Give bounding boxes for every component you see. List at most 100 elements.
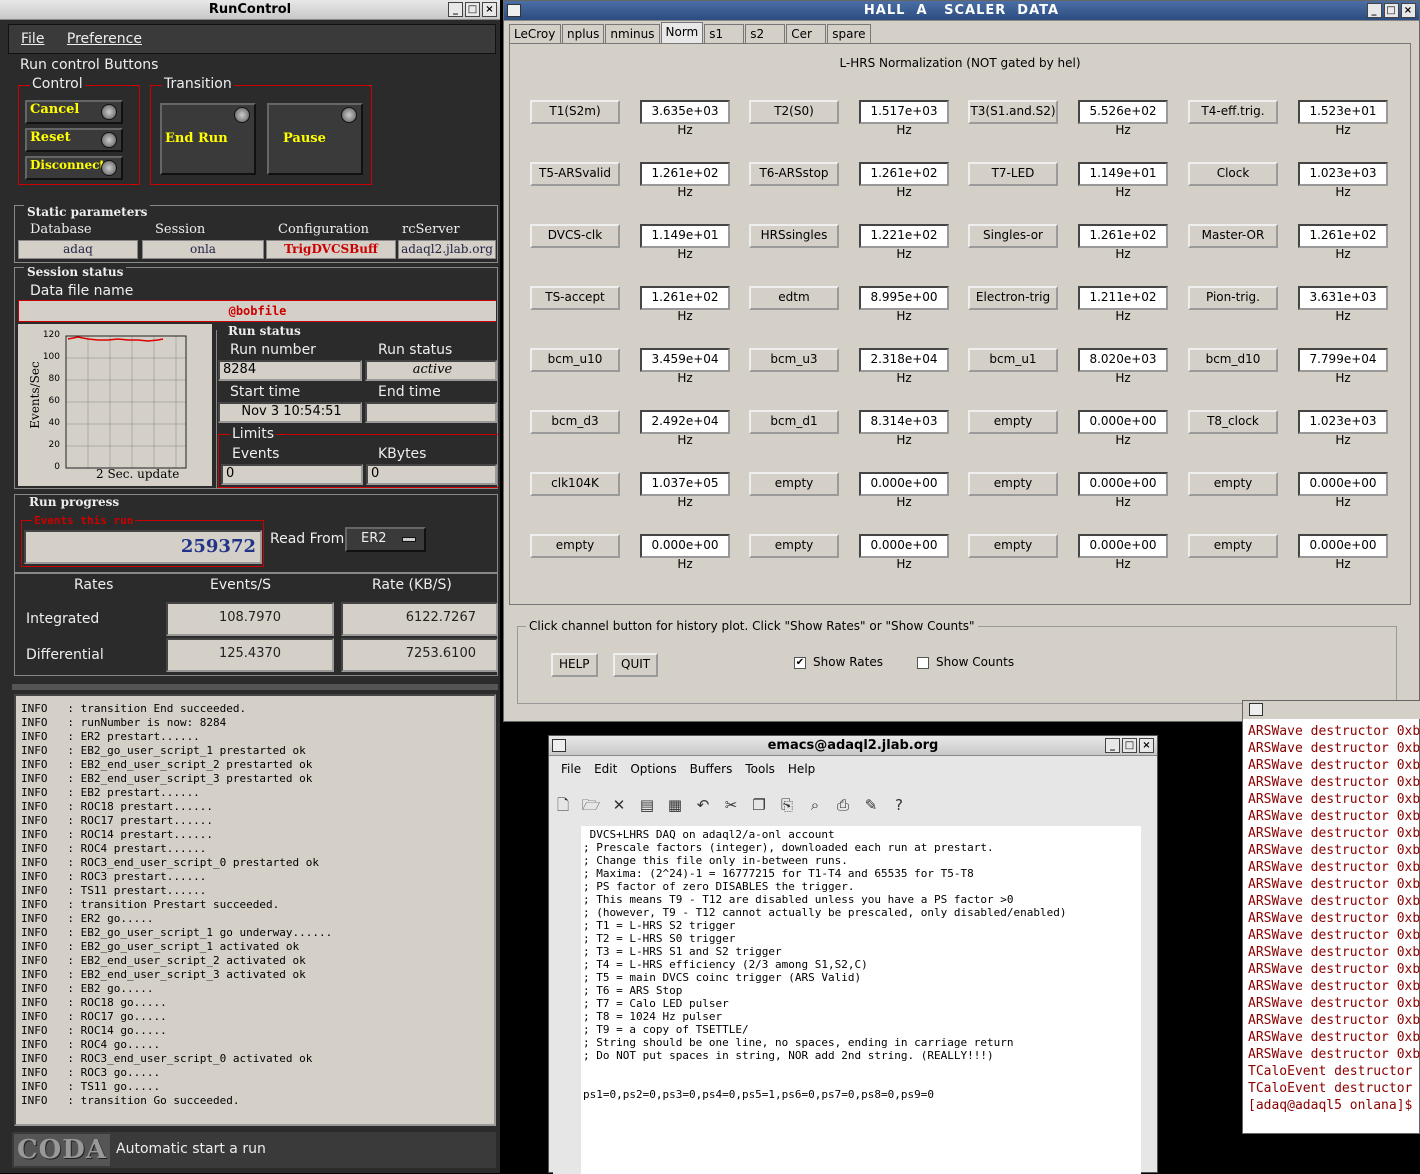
reset-button[interactable]: Reset — [25, 128, 123, 152]
runcontrol-titlebar[interactable]: RunControl _ □ × — [0, 0, 500, 20]
help-button[interactable]: HELP — [551, 653, 598, 677]
emacs-titlebar[interactable]: emacs@adaql2.jlab.org _ □ × — [549, 736, 1157, 756]
cancel-button[interactable]: Cancel — [25, 100, 123, 124]
channel-button[interactable]: empty — [968, 410, 1058, 434]
menu-help[interactable]: Help — [780, 762, 820, 782]
save-icon[interactable]: ▤ — [637, 795, 657, 815]
maximize-icon[interactable]: □ — [1122, 738, 1137, 753]
tab-nminus[interactable]: nminus — [605, 24, 660, 43]
show-counts-checkbox[interactable] — [917, 657, 929, 669]
minimize-icon[interactable]: _ — [1105, 738, 1120, 753]
tab-norm[interactable]: Norm — [660, 22, 704, 43]
channel-rate-field: 8.995e+00 Hz — [859, 286, 949, 323]
channel-button[interactable]: T2(S0) — [749, 100, 839, 124]
channel-button[interactable]: Master-OR — [1188, 224, 1278, 248]
channel-button[interactable]: empty — [1188, 534, 1278, 558]
channel-button[interactable]: bcm_u10 — [530, 348, 620, 372]
channel-button[interactable]: Clock — [1188, 162, 1278, 186]
channel-button[interactable]: empty — [968, 472, 1058, 496]
close-icon[interactable]: ✕ — [609, 795, 629, 815]
window-menu-icon[interactable] — [552, 739, 566, 752]
channel-button[interactable]: clk104K — [530, 472, 620, 496]
channel-button[interactable]: T5-ARSvalid — [530, 162, 620, 186]
spell-icon[interactable]: ✎ — [861, 795, 881, 815]
menu-tools[interactable]: Tools — [737, 762, 780, 782]
channel-button[interactable]: Singles-or — [968, 224, 1058, 248]
close-icon[interactable]: × — [1139, 738, 1154, 753]
cut-icon[interactable]: ✂ — [721, 795, 741, 815]
terminal-output[interactable]: ARSWave destructor 0xb ARSWave destructo… — [1248, 723, 1420, 1133]
channel-button[interactable]: empty — [749, 534, 839, 558]
save-as-icon[interactable]: ▦ — [665, 795, 685, 815]
channel-rate-field: 0.000e+00 Hz — [1298, 534, 1388, 571]
menu-edit[interactable]: Edit — [586, 762, 622, 782]
message-log[interactable]: INFO : transition End succeeded. INFO : … — [14, 694, 496, 1126]
paste-icon[interactable]: ⎘ — [777, 795, 797, 815]
maximize-icon[interactable]: □ — [465, 2, 480, 17]
channel-rate-field: 2.318e+04 Hz — [859, 348, 949, 385]
disconnect-button[interactable]: Disconnect — [25, 156, 123, 180]
channel-button[interactable]: T6-ARSstop — [749, 162, 839, 186]
channel-button[interactable]: T7-LED — [968, 162, 1058, 186]
channel-button[interactable]: bcm_d1 — [749, 410, 839, 434]
new-file-icon[interactable]: 🗋 — [553, 795, 573, 815]
channel-button[interactable]: empty — [968, 534, 1058, 558]
channel-button[interactable]: empty — [1188, 472, 1278, 496]
minimize-icon[interactable]: _ — [1367, 3, 1382, 18]
splitter[interactable] — [12, 684, 498, 690]
undo-icon[interactable]: ↶ — [693, 795, 713, 815]
minimize-icon[interactable]: _ — [448, 2, 463, 17]
channel-rate-field: 1.023e+03 Hz — [1298, 162, 1388, 199]
events-limit-input[interactable]: 0 — [221, 464, 363, 485]
window-menu-icon[interactable] — [507, 4, 521, 17]
channel-button[interactable]: TS-accept — [530, 286, 620, 310]
channel-button[interactable]: T3(S1.and.S2) — [968, 100, 1058, 124]
emacs-buffer[interactable]: DVCS+LHRS DAQ on adaql2/a-onl account ; … — [581, 826, 1141, 1174]
channel-button[interactable]: HRSsingles — [749, 224, 839, 248]
print-icon[interactable]: ⎙ — [833, 795, 853, 815]
menu-preference[interactable]: Preference — [55, 25, 148, 47]
menu-options[interactable]: Options — [622, 762, 681, 782]
menu-file[interactable]: File — [9, 25, 50, 47]
channel-button[interactable]: edtm — [749, 286, 839, 310]
menu-buffers[interactable]: Buffers — [682, 762, 738, 782]
pause-button[interactable]: Pause — [267, 103, 363, 175]
maximize-icon[interactable]: □ — [1384, 3, 1399, 18]
tab-cer[interactable]: Cer — [786, 24, 827, 43]
channel-button[interactable]: empty — [749, 472, 839, 496]
quit-button[interactable]: QUIT — [613, 653, 659, 677]
channel-button[interactable]: T8_clock — [1188, 410, 1278, 434]
channel-button[interactable]: Electron-trig — [968, 286, 1058, 310]
channel-button[interactable]: bcm_d3 — [530, 410, 620, 434]
chart-ytick: 40 — [48, 418, 60, 428]
channel-button[interactable]: empty — [530, 534, 620, 558]
show-rates-checkbox[interactable]: ✔ — [794, 657, 806, 669]
tab-s2[interactable]: s2 — [745, 24, 786, 43]
tab-nplus[interactable]: nplus — [562, 24, 605, 43]
chart-ytick: 80 — [48, 374, 60, 384]
end-run-button[interactable]: End Run — [160, 103, 256, 175]
read-from-select[interactable]: ER2 — [345, 527, 426, 552]
tab-spare[interactable]: spare — [827, 24, 871, 43]
tab-s1[interactable]: s1 — [704, 24, 745, 43]
kbytes-limit-input[interactable]: 0 — [366, 464, 497, 485]
close-icon[interactable]: × — [1401, 3, 1416, 18]
terminal-titlebar[interactable] — [1243, 701, 1420, 719]
channel-button[interactable]: T1(S2m) — [530, 100, 620, 124]
copy-icon[interactable]: ❐ — [749, 795, 769, 815]
search-icon[interactable]: ⌕ — [805, 795, 825, 815]
channel-button[interactable]: bcm_d10 — [1188, 348, 1278, 372]
channel-button[interactable]: bcm_u3 — [749, 348, 839, 372]
terminal-icon[interactable] — [1249, 703, 1263, 716]
help-icon[interactable]: ? — [889, 795, 909, 815]
channel-button[interactable]: DVCS-clk — [530, 224, 620, 248]
channel-button[interactable]: T4-eff.trig. — [1188, 100, 1278, 124]
channel-button[interactable]: bcm_u1 — [968, 348, 1058, 372]
scaler-titlebar[interactable]: HALL A SCALER DATA _ □ × — [504, 1, 1419, 21]
close-icon[interactable]: × — [482, 2, 497, 17]
channel-button[interactable]: Pion-trig. — [1188, 286, 1278, 310]
run-progress-title: Run progress — [26, 495, 123, 509]
open-folder-icon[interactable]: 🗁 — [581, 795, 601, 815]
menu-file[interactable]: File — [553, 762, 586, 782]
tab-lecroy[interactable]: LeCroy — [509, 24, 561, 43]
